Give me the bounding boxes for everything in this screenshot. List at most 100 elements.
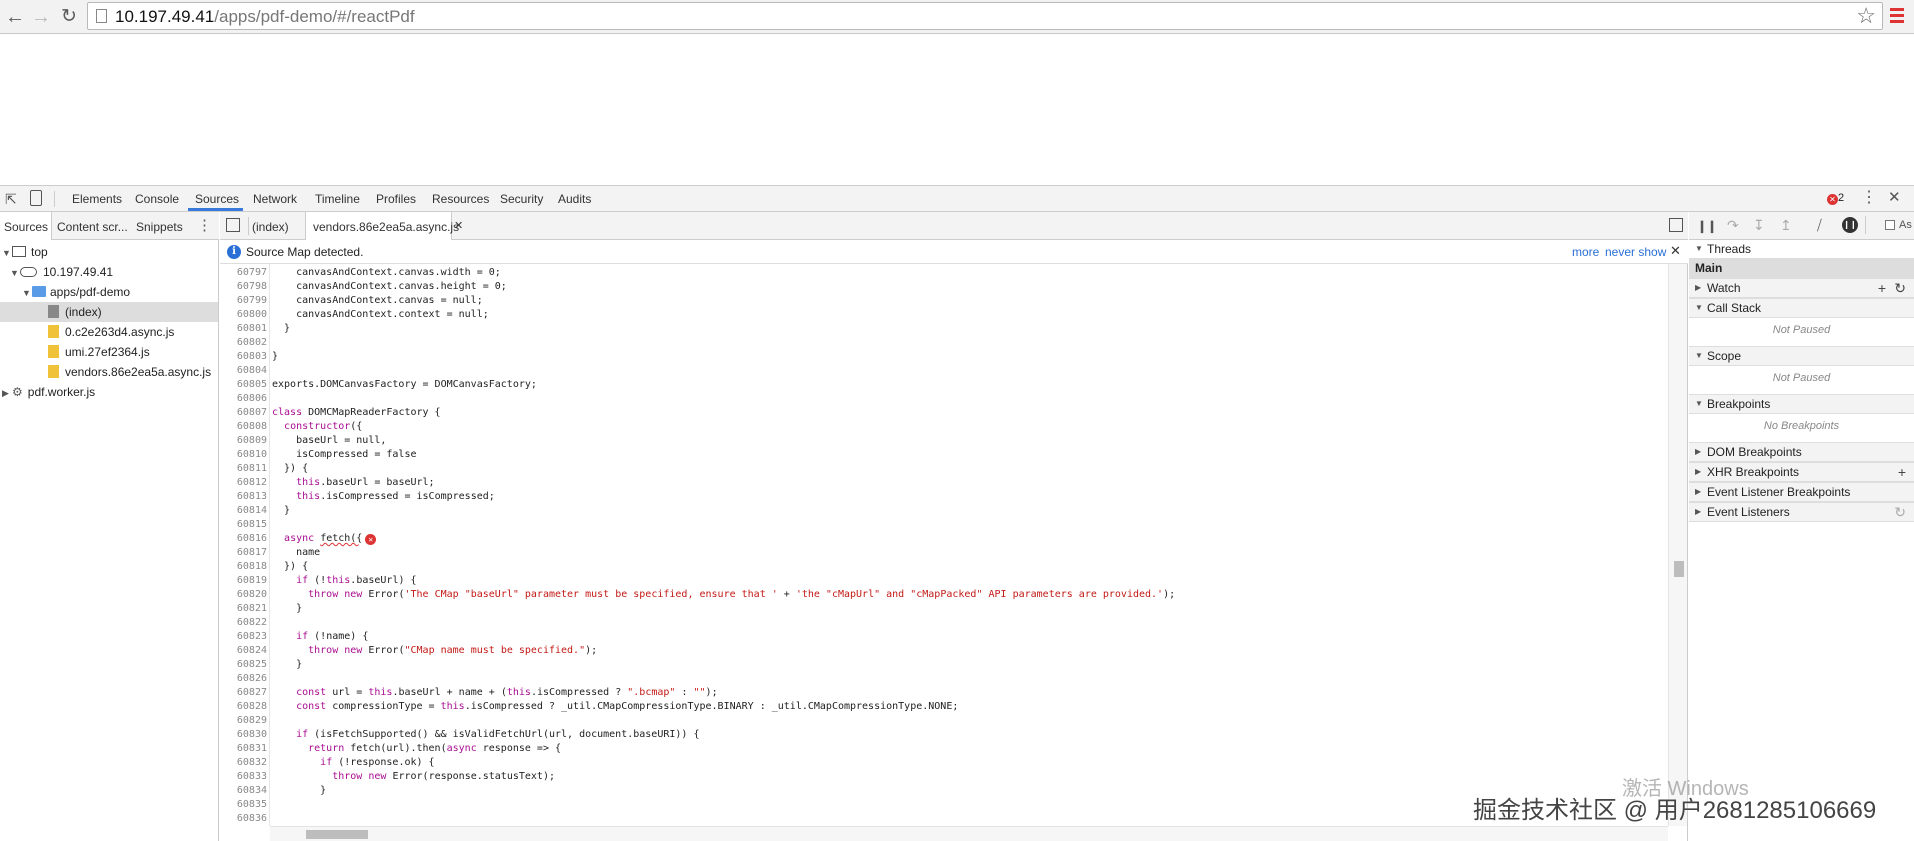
line-number[interactable]: 60812	[220, 476, 267, 490]
threads-header[interactable]: ▼ Threads	[1689, 240, 1914, 258]
navigator-tab-content-scripts[interactable]: Content scr...	[57, 220, 128, 234]
expand-triangle-icon[interactable]: ▼	[1695, 395, 1703, 413]
line-number[interactable]: 60825	[220, 658, 267, 672]
expand-triangle-icon[interactable]: ▼	[1695, 240, 1703, 258]
line-number[interactable]: 60820	[220, 588, 267, 602]
horizontal-scrollbar[interactable]	[270, 826, 1668, 841]
add-watch-icon[interactable]: +	[1878, 279, 1886, 297]
url-text[interactable]: 10.197.49.41/apps/pdf-demo/#/reactPdf	[115, 7, 415, 27]
tab-resources[interactable]: Resources	[432, 192, 489, 206]
line-number[interactable]: 60800	[220, 308, 267, 322]
bookmark-star-icon[interactable]: ☆	[1856, 4, 1876, 28]
line-number[interactable]: 60808	[220, 420, 267, 434]
step-over-icon[interactable]: ↷	[1727, 217, 1739, 233]
line-number[interactable]: 60803	[220, 350, 267, 364]
deactivate-breakpoints-icon[interactable]: ⧸	[1817, 217, 1822, 233]
line-number-gutter[interactable]: 60797 60798 60799 60800 60801 60802 60803 60804…	[220, 264, 270, 826]
line-number[interactable]: 60802	[220, 336, 267, 350]
line-number[interactable]: 60835	[220, 798, 267, 812]
collapsed-triangle-icon[interactable]: ▶	[1695, 503, 1701, 521]
line-number[interactable]: 60809	[220, 434, 267, 448]
event-listener-breakpoints-section-header[interactable]: ▶ Event Listener Breakpoints	[1689, 482, 1914, 502]
line-number[interactable]: 60834	[220, 784, 267, 798]
scroll-thumb[interactable]	[306, 830, 368, 839]
line-number[interactable]: 60833	[220, 770, 267, 784]
infobar-never-show-link[interactable]: never show	[1605, 245, 1666, 259]
line-number[interactable]: 60810	[220, 448, 267, 462]
collapsed-triangle-icon[interactable]: ▶	[1695, 443, 1701, 461]
tree-item-file[interactable]: 0.c2e263d4.async.js	[48, 322, 174, 342]
breakpoints-section-header[interactable]: ▼ Breakpoints	[1689, 394, 1914, 414]
line-number[interactable]: 60829	[220, 714, 267, 728]
tab-network[interactable]: Network	[253, 192, 297, 206]
expand-triangle-icon[interactable]: ▼	[2, 243, 12, 263]
infobar-more-link[interactable]: more	[1572, 245, 1599, 259]
tree-item-index[interactable]: (index)	[48, 302, 102, 322]
line-number[interactable]: 60826	[220, 672, 267, 686]
line-number[interactable]: 60832	[220, 756, 267, 770]
scroll-thumb[interactable]	[1674, 561, 1684, 577]
line-number[interactable]: 60805	[220, 378, 267, 392]
tab-console[interactable]: Console	[135, 192, 179, 206]
add-xhr-breakpoint-icon[interactable]: +	[1898, 463, 1906, 481]
collapsed-triangle-icon[interactable]: ▶	[1695, 279, 1701, 297]
tree-item-worker[interactable]: ▶ ⚙ pdf.worker.js	[2, 382, 95, 402]
step-out-icon[interactable]: ↥	[1780, 217, 1792, 233]
forward-arrow-icon[interactable]: →	[28, 4, 54, 30]
refresh-listeners-icon[interactable]: ↻	[1894, 503, 1906, 521]
browser-menu-icon[interactable]	[1890, 8, 1904, 24]
navigator-more-icon[interactable]: ⋮	[197, 218, 212, 234]
toggle-navigator-icon[interactable]	[226, 218, 240, 232]
line-number[interactable]: 60823	[220, 630, 267, 644]
line-number[interactable]: 60831	[220, 742, 267, 756]
tab-profiles[interactable]: Profiles	[376, 192, 416, 206]
line-number[interactable]: 60821	[220, 602, 267, 616]
collapsed-triangle-icon[interactable]: ▶	[1695, 463, 1701, 481]
tab-audits[interactable]: Audits	[558, 192, 591, 206]
refresh-watch-icon[interactable]: ↻	[1894, 279, 1906, 297]
reload-icon[interactable]: ↻	[56, 4, 82, 30]
thread-main-row[interactable]: Main	[1689, 258, 1914, 278]
line-number[interactable]: 60830	[220, 728, 267, 742]
tree-item-file[interactable]: vendors.86e2ea5a.async.js	[48, 362, 211, 382]
expand-triangle-icon[interactable]: ▼	[10, 263, 20, 283]
line-number[interactable]: 60801	[220, 322, 267, 336]
event-listeners-section-header[interactable]: ▶ Event Listeners ↻	[1689, 502, 1914, 522]
line-number[interactable]: 60824	[220, 644, 267, 658]
close-devtools-icon[interactable]: ✕	[1888, 190, 1901, 206]
tree-item-domain[interactable]: ▼ 10.197.49.41	[10, 262, 113, 282]
back-arrow-icon[interactable]: ←	[2, 4, 28, 30]
toggle-debugger-icon[interactable]	[1669, 218, 1683, 232]
close-infobar-icon[interactable]: ✕	[1670, 243, 1681, 259]
collapsed-triangle-icon[interactable]: ▶	[1695, 483, 1701, 501]
line-number[interactable]: 60811	[220, 462, 267, 476]
async-checkbox[interactable]	[1885, 220, 1895, 230]
line-number[interactable]: 60798	[220, 280, 267, 294]
call-stack-section-header[interactable]: ▼ Call Stack	[1689, 298, 1914, 318]
more-options-icon[interactable]: ⋮	[1861, 190, 1877, 206]
expand-triangle-icon[interactable]: ▼	[1695, 299, 1703, 317]
line-number[interactable]: 60813	[220, 490, 267, 504]
expand-triangle-icon[interactable]: ▼	[22, 283, 32, 303]
tree-item-file[interactable]: umi.27ef2364.js	[48, 342, 150, 362]
error-counter[interactable]: ✕ 2	[1827, 192, 1844, 205]
line-number[interactable]: 60827	[220, 686, 267, 700]
line-number[interactable]: 60816	[220, 532, 267, 546]
line-number[interactable]: 60818	[220, 560, 267, 574]
line-number[interactable]: 60817	[220, 546, 267, 560]
line-number[interactable]: 60836	[220, 812, 267, 826]
scope-section-header[interactable]: ▼ Scope	[1689, 346, 1914, 366]
line-number[interactable]: 60804	[220, 364, 267, 378]
line-number[interactable]: 60815	[220, 518, 267, 532]
inspect-element-icon[interactable]: ⇱	[5, 191, 17, 207]
syntax-error-icon[interactable]: ✕	[365, 534, 377, 545]
collapsed-triangle-icon[interactable]: ▶	[2, 383, 12, 403]
tab-elements[interactable]: Elements	[72, 192, 122, 206]
watch-section-header[interactable]: ▶ Watch + ↻	[1689, 278, 1914, 298]
line-number[interactable]: 60797	[220, 266, 267, 280]
editor-tab-vendors[interactable]: vendors.86e2ea5a.async.js	[313, 220, 459, 234]
line-number[interactable]: 60828	[220, 700, 267, 714]
code-area[interactable]: 60797 60798 60799 60800 60801 60802 60803 60804…	[220, 264, 1668, 826]
line-number[interactable]: 60822	[220, 616, 267, 630]
tree-item-folder[interactable]: ▼ apps/pdf-demo	[22, 282, 130, 302]
